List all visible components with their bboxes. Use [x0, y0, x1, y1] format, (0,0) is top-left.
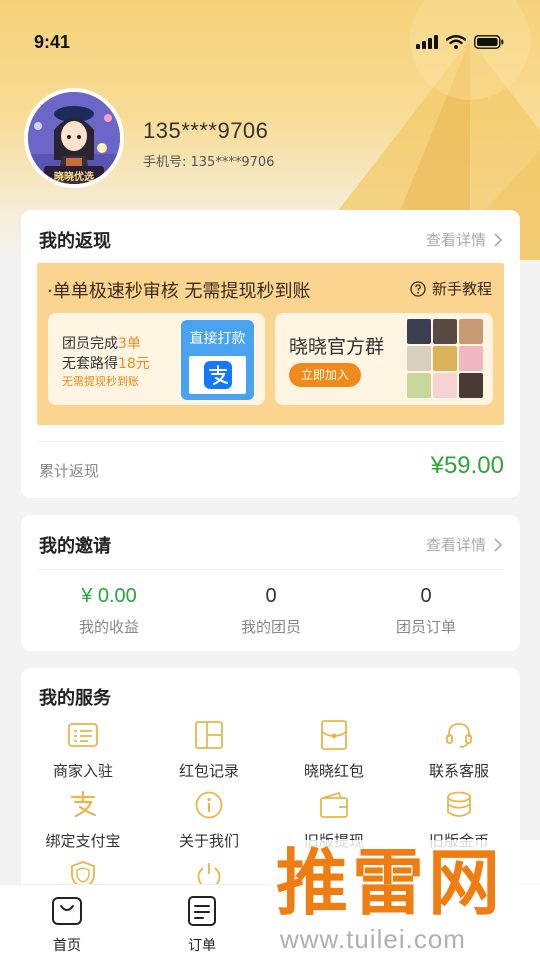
- store-card-icon: [23, 718, 143, 752]
- red-envelope-icon: [274, 718, 394, 752]
- order-list-icon: [188, 896, 216, 926]
- service-xiaoxiao-redpacket[interactable]: 晓晓红包: [274, 718, 394, 781]
- direct-payout-card[interactable]: 团员完成3单 无套路得18元 无需提现秒到账 直接打款: [48, 313, 265, 405]
- service-merchant-join[interactable]: 商家入驻: [23, 718, 143, 781]
- group-name: 晓晓官方群: [289, 336, 385, 358]
- service-contact-support[interactable]: 联系客服: [399, 718, 519, 781]
- watermark-logo: 推雷网: [276, 841, 505, 925]
- stat-member-orders[interactable]: 0 团员订单: [346, 585, 506, 637]
- cashback-card: 我的返现 查看详情 ·单单极速秒审核 无需提现秒到账 新手教程 团员完成3单 无…: [21, 210, 520, 498]
- user-name: 135****9706: [143, 118, 269, 143]
- service-label: 联系客服: [428, 762, 489, 780]
- invite-details-label: 查看详情: [425, 536, 486, 554]
- watermark: 推雷网 www.tuilei.com: [270, 840, 540, 960]
- stat-label: 我的团员: [240, 618, 301, 636]
- status-time: 9:41: [34, 31, 71, 52]
- stat-value: ¥ 0.00: [81, 585, 137, 607]
- tab-home[interactable]: 首页: [27, 895, 107, 955]
- watermark-url: www.tuilei.com: [280, 924, 466, 954]
- signal-icon: [416, 35, 438, 49]
- user-phone: 手机号: 135****9706: [143, 155, 275, 170]
- alipay-icon: [189, 356, 246, 394]
- service-label: 晓晓红包: [303, 762, 364, 780]
- group-avatar-grid: [407, 319, 483, 399]
- coins-icon: [399, 788, 519, 822]
- headset-icon: [399, 718, 519, 752]
- services-title: 我的服务: [39, 688, 111, 709]
- service-label: 绑定支付宝: [45, 832, 121, 850]
- tutorial-link[interactable]: 新手教程: [410, 278, 492, 299]
- stat-label: 团员订单: [395, 618, 456, 636]
- tab-orders[interactable]: 订单: [162, 895, 242, 955]
- tab-label: 订单: [188, 938, 216, 954]
- question-circle-icon: [410, 280, 426, 297]
- battery-icon: [474, 35, 504, 49]
- cashback-details-link[interactable]: 查看详情: [426, 229, 502, 250]
- status-bar: 9:41: [0, 0, 540, 84]
- service-redpacket-records[interactable]: 红包记录: [149, 718, 269, 781]
- promo-line-1: 团员完成3单: [62, 336, 141, 352]
- wifi-icon: [446, 35, 466, 49]
- invite-card: 我的邀请 查看详情 ¥ 0.00 我的收益 0 我的团员 0 团员订单: [21, 515, 520, 651]
- chevron-right-icon: [494, 232, 502, 247]
- service-about-us[interactable]: 关于我们: [149, 788, 269, 851]
- status-icons: [416, 35, 504, 49]
- stat-label: 我的收益: [78, 618, 139, 636]
- official-group-card[interactable]: 晓晓官方群 立即加入: [275, 313, 493, 405]
- shopping-bag-icon: [52, 897, 82, 925]
- join-group-button[interactable]: 立即加入: [289, 363, 361, 387]
- alipay-payout-box: 直接打款: [181, 320, 254, 400]
- service-label: 商家入驻: [52, 762, 113, 780]
- divider: [37, 441, 504, 442]
- cashback-details-label: 查看详情: [425, 231, 486, 249]
- pay-label: 直接打款: [189, 331, 246, 347]
- wallet-icon: [274, 788, 394, 822]
- info-icon: [149, 788, 269, 822]
- stat-value: 0: [420, 585, 432, 607]
- service-label: 红包记录: [178, 762, 239, 780]
- promo-line-2: 无套路得18元: [62, 356, 150, 372]
- stat-value: 0: [265, 585, 277, 607]
- banner-headline: ·单单极速秒审核 无需提现秒到账: [47, 281, 311, 302]
- alipay-icon: [23, 788, 143, 822]
- stat-earnings[interactable]: ¥ 0.00 我的收益: [29, 585, 189, 637]
- total-cashback-label: 累计返现: [39, 462, 100, 480]
- promo-banner[interactable]: ·单单极速秒审核 无需提现秒到账 新手教程 团员完成3单 无套路得18元 无需提…: [37, 263, 504, 425]
- avatar-caption: 晓晓优选: [54, 172, 94, 183]
- cashback-title: 我的返现: [39, 231, 111, 252]
- invite-details-link[interactable]: 查看详情: [426, 534, 502, 555]
- avatar[interactable]: 晓晓优选: [24, 88, 124, 188]
- tab-label: 首页: [53, 938, 81, 954]
- chevron-right-icon: [494, 537, 502, 552]
- invite-title: 我的邀请: [39, 536, 111, 557]
- promo-line-3: 无需提现秒到账: [62, 375, 139, 388]
- total-cashback-value: ¥59.00: [430, 452, 504, 479]
- service-bind-alipay[interactable]: 绑定支付宝: [23, 788, 143, 851]
- stat-members[interactable]: 0 我的团员: [191, 585, 351, 637]
- service-label: 关于我们: [178, 832, 239, 850]
- grid-record-icon: [149, 718, 269, 752]
- tutorial-label: 新手教程: [431, 280, 492, 298]
- divider: [37, 569, 504, 570]
